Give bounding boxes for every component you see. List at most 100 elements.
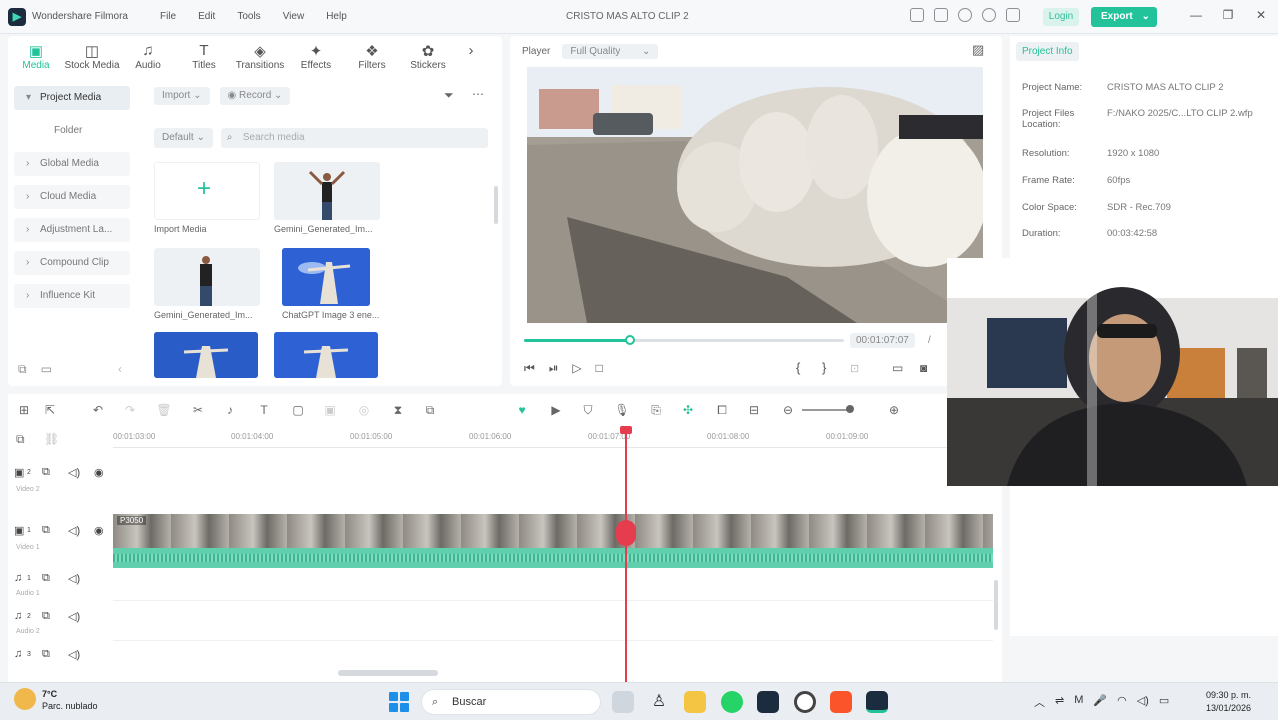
media-thumbnail[interactable] xyxy=(154,332,258,378)
import-media-tile[interactable]: + xyxy=(154,162,260,220)
whatsapp-icon[interactable] xyxy=(721,691,743,713)
video-clip[interactable]: P3050 xyxy=(113,514,993,548)
lock-icon[interactable]: ⧉ xyxy=(42,466,50,479)
speaker-icon[interactable]: ◁) xyxy=(68,524,80,537)
network-settings-icon[interactable]: ⇌ xyxy=(1055,694,1064,710)
eye-icon[interactable]: ◉ xyxy=(94,466,104,479)
add-track-icon[interactable]: ⧉ xyxy=(16,432,25,447)
person-icon[interactable]: ♙ xyxy=(648,691,670,713)
save-icon[interactable] xyxy=(934,8,948,22)
lock-icon[interactable]: ⧉ xyxy=(42,524,50,537)
redo-icon[interactable]: ↷ xyxy=(122,402,138,418)
filmora-active-icon[interactable] xyxy=(866,691,888,713)
media-thumbnail[interactable] xyxy=(274,332,378,378)
apps-icon[interactable] xyxy=(1006,8,1020,22)
seek-handle[interactable] xyxy=(624,335,635,345)
video-preview[interactable] xyxy=(527,67,983,323)
media-scrollbar[interactable] xyxy=(494,186,498,224)
sidebar-item-project-media[interactable]: ▾ Project Media xyxy=(14,86,130,110)
file-explorer-icon[interactable] xyxy=(684,691,706,713)
seek-bar[interactable] xyxy=(524,335,844,345)
malwarebytes-icon[interactable]: M xyxy=(1074,694,1083,710)
select-tool-icon[interactable]: ⇱ xyxy=(42,402,58,418)
export-button[interactable]: Export ⌄ xyxy=(1091,7,1157,27)
speaker-icon[interactable]: ◁) xyxy=(68,610,80,623)
import-dropdown[interactable]: Import ⌄ xyxy=(154,87,210,105)
minimize-icon[interactable]: — xyxy=(1190,9,1202,21)
fit-icon[interactable]: ⊟ xyxy=(746,402,762,418)
split-icon[interactable]: ✂ xyxy=(190,402,206,418)
text-tool-icon[interactable]: T xyxy=(256,402,272,418)
marker-icon[interactable]: ⊡ xyxy=(850,362,859,375)
restore-icon[interactable]: ❐ xyxy=(1222,9,1234,21)
sort-dropdown[interactable]: Default ⌄ xyxy=(154,128,213,148)
cloud-icon[interactable] xyxy=(958,8,972,22)
voice-icon[interactable]: ⎘ xyxy=(648,402,664,418)
login-button[interactable]: Login xyxy=(1043,8,1079,26)
taskbar-search[interactable]: ⌕ Buscar xyxy=(421,689,601,715)
undo-icon[interactable]: ↶ xyxy=(90,402,106,418)
layout-grid-icon[interactable]: ⊞ xyxy=(16,402,32,418)
mark-in-icon[interactable]: { xyxy=(796,360,800,375)
mark-out-icon[interactable]: } xyxy=(822,360,826,375)
menu-view[interactable]: View xyxy=(283,11,305,22)
zoom-in-icon[interactable]: ⊕ xyxy=(886,402,902,418)
speaker-icon[interactable]: ◁) xyxy=(68,466,80,479)
shield-icon[interactable]: ⛉ xyxy=(580,402,596,418)
lock-icon[interactable]: ⧉ xyxy=(42,572,50,585)
sidebar-item-folder[interactable]: Folder xyxy=(14,119,130,143)
wifi-icon[interactable]: ◠ xyxy=(1117,694,1127,710)
search-input[interactable]: ⌕ Search media xyxy=(220,128,488,148)
timeline-ruler[interactable]: 00:01:03:00 00:01:04:00 00:01:05:00 00:0… xyxy=(113,428,998,448)
menu-edit[interactable]: Edit xyxy=(198,11,215,22)
media-thumbnail[interactable] xyxy=(282,248,370,306)
battery-icon[interactable]: ▭ xyxy=(1159,694,1169,710)
tab-filters[interactable]: ❖ Filters xyxy=(344,36,400,78)
play-icon[interactable]: ▷ xyxy=(572,361,581,376)
menu-file[interactable]: File xyxy=(160,11,176,22)
eye-icon[interactable]: ◉ xyxy=(94,524,104,537)
render-icon[interactable]: ▶ xyxy=(548,402,564,418)
media-thumbnail[interactable] xyxy=(274,162,380,220)
volume-icon[interactable]: ◁) xyxy=(1137,694,1149,710)
playhead-handle[interactable] xyxy=(620,426,632,434)
ai-icon[interactable]: ♥ xyxy=(514,402,530,418)
filmora-taskbar-icon[interactable] xyxy=(757,691,779,713)
weather-widget[interactable]: 7°C Parc. nublado xyxy=(14,688,98,712)
zoom-slider-handle[interactable] xyxy=(846,405,854,413)
brave-icon[interactable] xyxy=(830,691,852,713)
support-icon[interactable] xyxy=(982,8,996,22)
tab-audio[interactable]: ♫ Audio xyxy=(120,36,176,78)
chevron-up-icon[interactable]: ︿ xyxy=(1034,694,1045,710)
timeline-scrollbar[interactable] xyxy=(338,670,438,676)
zoom-slider[interactable] xyxy=(802,405,854,413)
camera-icon[interactable]: ◙ xyxy=(920,361,927,375)
chrome-icon[interactable] xyxy=(794,691,816,713)
playhead-marker[interactable] xyxy=(616,520,636,546)
playhead[interactable] xyxy=(616,426,636,682)
more-tabs-button[interactable]: › xyxy=(456,36,486,78)
windows-start-icon[interactable] xyxy=(389,692,409,712)
audio-tool-icon[interactable]: ♪ xyxy=(222,402,238,418)
play-pause-icon[interactable]: ⏯ xyxy=(549,361,559,376)
menu-help[interactable]: Help xyxy=(326,11,347,22)
pip-icon[interactable]: ⧠ xyxy=(714,402,730,418)
effect-icon[interactable]: ▣ xyxy=(322,402,338,418)
snapshot-icon[interactable]: ▨ xyxy=(972,42,984,58)
media-thumbnail[interactable] xyxy=(154,248,260,306)
zoom-out-icon[interactable]: ⊖ xyxy=(780,402,796,418)
delete-icon[interactable]: 🗑 xyxy=(156,402,172,418)
tab-effects[interactable]: ✦ Effects xyxy=(288,36,344,78)
crop-icon[interactable]: ▢ xyxy=(290,402,306,418)
tab-transitions[interactable]: ◈ Transitions xyxy=(232,36,288,78)
sidebar-item-cloud-media[interactable]: › Cloud Media xyxy=(14,185,130,209)
task-view-icon[interactable] xyxy=(612,691,634,713)
audio-waveform[interactable] xyxy=(113,548,993,568)
display-icon[interactable]: ▭ xyxy=(892,361,903,375)
lock-icon[interactable]: ⧉ xyxy=(42,610,50,623)
close-icon[interactable]: ✕ xyxy=(1255,9,1267,21)
new-folder-icon[interactable]: ⧉ xyxy=(18,362,27,377)
color-icon[interactable]: ◎ xyxy=(356,402,372,418)
mic-icon[interactable]: 🎤 xyxy=(1093,694,1107,710)
snap-icon[interactable]: ✣ xyxy=(680,402,696,418)
